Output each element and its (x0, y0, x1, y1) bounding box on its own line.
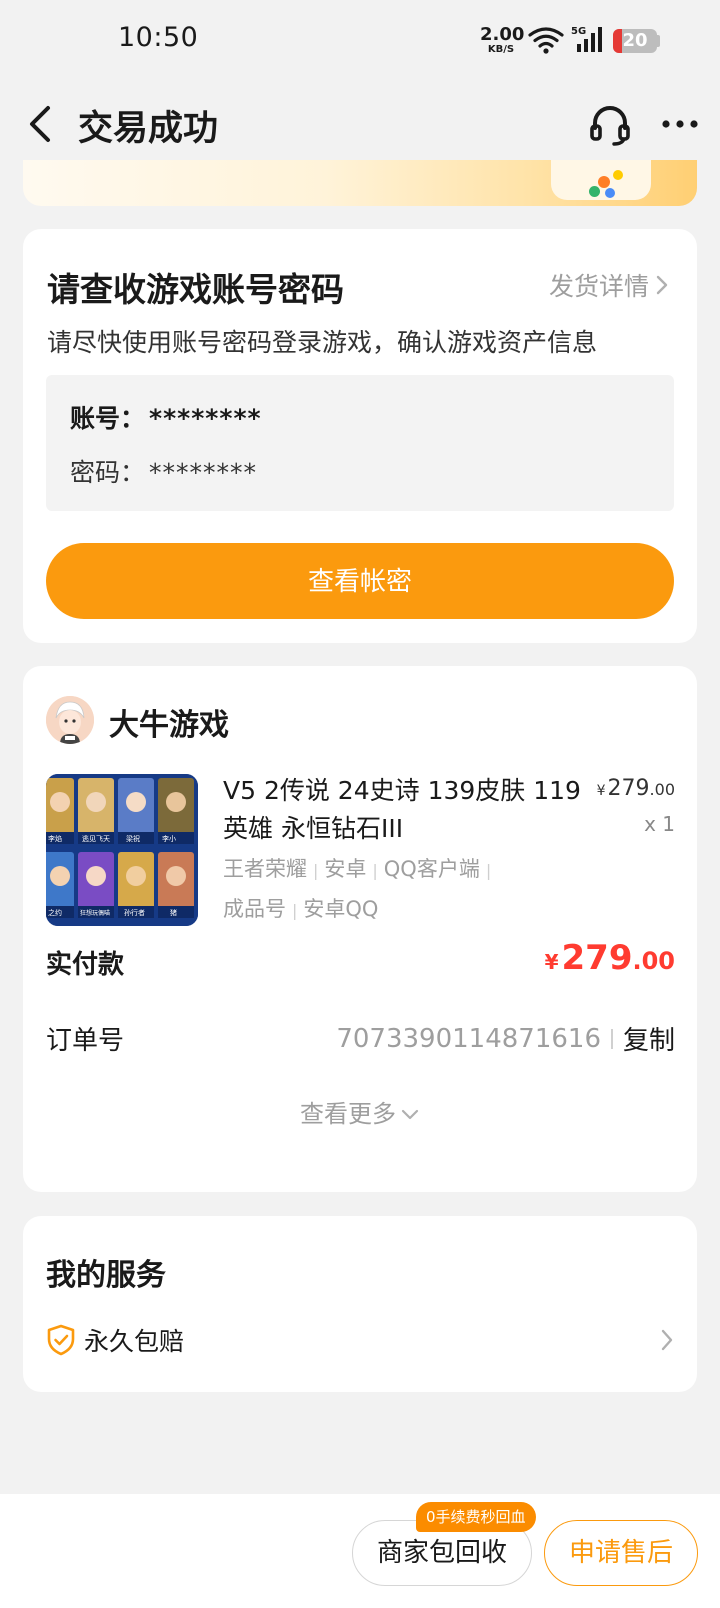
chevron-right-icon (661, 1329, 673, 1351)
view-credentials-button[interactable]: 查看帐密 (46, 543, 674, 619)
service-item-permanent-compensation[interactable]: 永久包赔 (46, 1320, 674, 1360)
after-sales-button[interactable]: 申请售后 (544, 1520, 698, 1586)
product-price: ¥279.00 (597, 776, 675, 801)
password-value: ******** (149, 458, 258, 487)
credentials-card: 请查收游戏账号密码 发货详情 请尽快使用账号密码登录游戏，确认游戏资产信息 账号… (23, 229, 697, 643)
product-tags-line: 成品号 | 安卓QQ (223, 890, 563, 930)
product-tag: QQ客户端 (383, 857, 480, 881)
order-number-row: 7073390114871616 复制 (336, 1020, 675, 1057)
banner-dot (605, 188, 615, 198)
password-label: 密码： (70, 458, 146, 487)
headset-icon[interactable] (588, 102, 632, 146)
thumb-label: 逃见飞天 (82, 834, 110, 843)
services-card: 我的服务 永久包赔 (23, 1216, 697, 1392)
account-label: 账号： (70, 404, 146, 433)
more-dots-icon[interactable] (660, 104, 700, 144)
wifi-icon (528, 27, 564, 54)
service-item-label: 永久包赔 (84, 1327, 185, 1356)
paid-int: 279 (561, 938, 633, 978)
network-type: 5G (571, 26, 586, 37)
product-price-int: 279 (607, 776, 650, 801)
chevron-down-icon (401, 1109, 419, 1120)
page-title: 交易成功 (78, 109, 219, 149)
status-time: 10:50 (118, 22, 199, 53)
network-speed: 2.00 KB/S (480, 24, 525, 55)
thumb-label: 猪 (170, 908, 177, 917)
paid-currency: ¥ (544, 950, 559, 974)
chevron-left-icon[interactable] (22, 102, 62, 146)
battery-cap (657, 35, 660, 47)
product-title[interactable]: V5 2传说 24史诗 139皮肤 119英雄 永恒钻石III (223, 772, 583, 848)
product-tags-line: 王者荣耀 | 安卓 | QQ客户端 | (223, 850, 563, 890)
account-value: ******** (149, 404, 262, 433)
banner-dot (598, 176, 610, 188)
view-more-button[interactable]: 查看更多 (23, 1094, 697, 1129)
shop-name[interactable]: 大牛游戏 (109, 700, 229, 744)
paid-dec: .00 (632, 947, 675, 975)
product-tag: 安卓 (324, 857, 367, 881)
thumb-label: 李焰 (48, 834, 62, 843)
credentials-subtitle: 请尽快使用账号密码登录游戏，确认游戏资产信息 (47, 328, 598, 357)
tag-separator: | (313, 861, 319, 880)
nav-bar: 交易成功 (0, 82, 720, 166)
thumb-label: 梁祝 (126, 834, 140, 843)
paid-amount: ¥279.00 (545, 938, 675, 978)
status-bar: 10:50 2.00 KB/S 5G 20 (0, 0, 720, 82)
promo-badge: 0手续费秒回血 (416, 1502, 536, 1532)
thumb-label: 李小 (162, 834, 176, 843)
product-tag: 安卓QQ (303, 897, 379, 921)
delivery-detail-label: 发货详情 (548, 272, 649, 301)
network-speed-unit: KB/S (487, 44, 515, 55)
network-speed-value: 2.00 (480, 24, 525, 45)
order-number: 7073390114871616 (336, 1023, 601, 1054)
delivery-detail-link[interactable]: 发货详情 (549, 267, 669, 303)
chevron-right-icon (656, 275, 668, 295)
copy-button[interactable]: 复制 (623, 1020, 675, 1057)
avatar[interactable] (46, 696, 94, 744)
shop-avatar-image (46, 696, 94, 744)
order-number-label: 订单号 (46, 1026, 125, 1056)
product-tag: 成品号 (223, 897, 286, 921)
product-price-dec: .00 (649, 780, 675, 799)
battery-icon: 20 (613, 29, 657, 53)
product-thumbnail[interactable]: 李焰 逃见飞天 梁祝 李小 之约 狂想玩偶喵 孙行者 猪 (46, 774, 198, 926)
account-row: 账号： ******** (70, 399, 262, 435)
product-image: 李焰 逃见飞天 梁祝 李小 之约 狂想玩偶喵 孙行者 猪 (46, 774, 198, 926)
thumb-label: 孙行者 (124, 908, 145, 917)
credentials-title: 请查收游戏账号密码 (47, 270, 344, 309)
bottom-action-bar: 商家包回收 0手续费秒回血 申请售后 (0, 1494, 720, 1608)
signal-icon: 5G (571, 26, 602, 52)
tag-separator: | (485, 861, 492, 880)
product-quantity: x 1 (644, 812, 675, 836)
view-more-label: 查看更多 (300, 1100, 396, 1128)
password-row: 密码： ******** (70, 453, 257, 489)
thumb-label: 之约 (48, 908, 62, 917)
banner-dot (613, 170, 623, 180)
thumb-label: 狂想玩偶喵 (80, 909, 110, 917)
tag-separator: | (292, 901, 298, 920)
product-tag: 王者荣耀 (223, 857, 307, 881)
paid-label: 实付款 (46, 950, 125, 980)
shield-check-icon (47, 1324, 75, 1356)
status-banner (23, 160, 697, 206)
product-tags: 王者荣耀 | 安卓 | QQ客户端 | 成品号 | 安卓QQ (223, 850, 563, 930)
divider (610, 1028, 613, 1049)
banner-dot (589, 186, 600, 197)
order-card: 大牛游戏 李焰 逃见飞天 梁祝 李小 之约 狂想玩偶喵 孙行者 猪 V5 2传说… (23, 666, 697, 1192)
tag-separator: | (372, 861, 378, 880)
battery-text: 20 (622, 30, 648, 51)
services-title: 我的服务 (46, 1258, 166, 1293)
product-price-currency: ¥ (596, 783, 606, 799)
page: 10:50 2.00 KB/S 5G 20 交易成功 请查收游戏账号密码 发货详… (0, 0, 720, 1608)
credentials-box: 账号： ******** 密码： ******** (46, 375, 674, 511)
